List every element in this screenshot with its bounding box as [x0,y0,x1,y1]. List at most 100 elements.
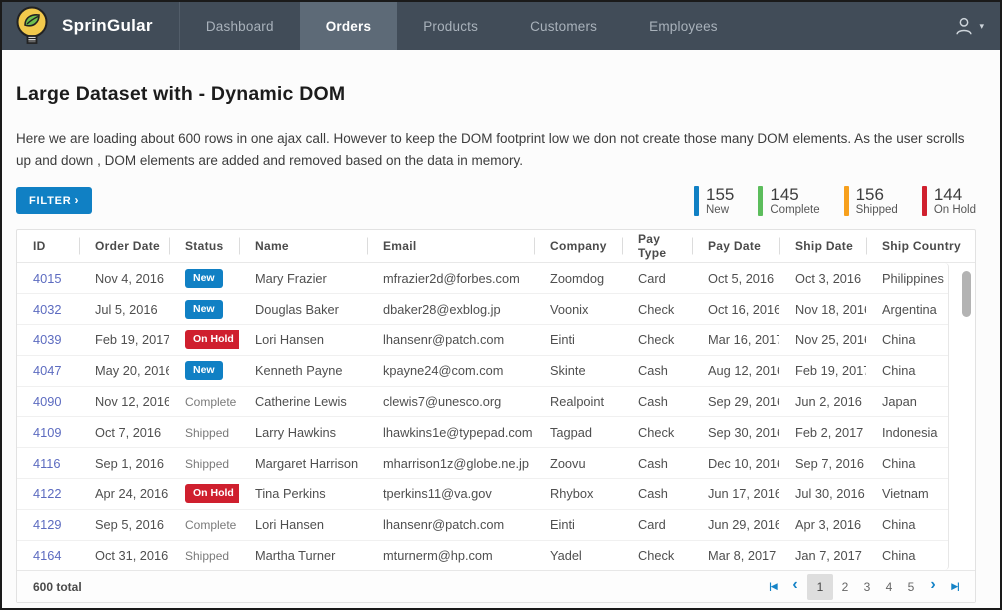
cell-ship_date: Jan 7, 2017 [779,548,866,563]
cell-pay_type: Card [622,517,692,532]
nav-item-customers[interactable]: Customers [504,2,623,50]
cell-email: tperkins11@va.gov [367,486,534,501]
order-id-link[interactable]: 4039 [33,332,61,347]
table-row[interactable]: 4047May 20, 2016NewKenneth Paynekpayne24… [17,356,948,387]
cell-pay_date: Jun 17, 2016 [692,486,779,501]
stat-label: New [706,204,734,216]
status-badge: On Hold [185,330,239,349]
cell-pay_type: Check [622,332,692,347]
table-row[interactable]: 4039Feb 19, 2017On HoldLori Hansenlhanse… [17,325,948,356]
cell-order_date: Sep 1, 2016 [79,456,169,471]
cell-ship_date: Apr 3, 2016 [779,517,866,532]
first-page-button[interactable]: |◀ [763,576,783,598]
table-row[interactable]: 4116Sep 1, 2016ShippedMargaret Harrisonm… [17,448,948,479]
column-header-pay-type[interactable]: Pay Type [622,232,692,260]
cell-pay_date: Oct 16, 2016 [692,302,779,317]
cell-ship_date: Nov 18, 2016 [779,302,866,317]
order-id-link[interactable]: 4047 [33,363,61,378]
cell-status: On Hold [169,330,239,349]
page-button-4[interactable]: 4 [879,576,899,598]
table-row[interactable]: 4090Nov 12, 2016CompleteCatherine Lewisc… [17,387,948,418]
cell-ship_country: Philippines [866,271,948,286]
cell-company: Einti [534,517,622,532]
table-scrollbar-thumb[interactable] [962,271,971,317]
column-header-ship-date[interactable]: Ship Date [779,239,866,253]
nav-item-dashboard[interactable]: Dashboard [180,2,300,50]
nav-item-products[interactable]: Products [397,2,504,50]
cell-name: Tina Perkins [239,486,367,501]
cell-email: lhansenr@patch.com [367,332,534,347]
filter-button-label: FILTER [29,195,71,207]
cell-name: Martha Turner [239,548,367,563]
order-id-link[interactable]: 4122 [33,486,61,501]
table-row[interactable]: 4164Oct 31, 2016ShippedMartha Turnermtur… [17,541,948,571]
cell-ship_date: Jul 30, 2016 [779,486,866,501]
order-id-link[interactable]: 4032 [33,302,61,317]
cell-pay_date: Jun 29, 2016 [692,517,779,532]
cell-pay_date: Mar 8, 2017 [692,548,779,563]
page-button-2[interactable]: 2 [835,576,855,598]
stat-label: Complete [770,204,819,216]
order-id-link[interactable]: 4164 [33,548,61,563]
nav-item-employees[interactable]: Employees [623,2,744,50]
order-id-link[interactable]: 4116 [33,456,61,471]
cell-pay_type: Card [622,271,692,286]
cell-pay_date: Aug 12, 2016 [692,363,779,378]
lightbulb-leaf-logo-icon [12,5,52,47]
chevron-right-icon: › [74,193,79,207]
user-icon [953,15,975,37]
nav-item-orders[interactable]: Orders [300,2,397,50]
column-header-pay-date[interactable]: Pay Date [692,239,779,253]
table-row[interactable]: 4109Oct 7, 2016ShippedLarry Hawkinslhawk… [17,417,948,448]
column-header-name[interactable]: Name [239,239,367,253]
cell-order_date: Nov 12, 2016 [79,394,169,409]
order-id-link[interactable]: 4129 [33,517,61,532]
cell-pay_type: Cash [622,363,692,378]
column-header-ship-country[interactable]: Ship Country [866,239,975,253]
cell-ship_country: China [866,517,948,532]
cell-name: Lori Hansen [239,517,367,532]
filter-button[interactable]: FILTER› [16,187,92,214]
cell-id: 4122 [17,486,79,501]
column-header-status[interactable]: Status [169,239,239,253]
order-id-link[interactable]: 4015 [33,271,61,286]
column-header-email[interactable]: Email [367,239,534,253]
stat-color-bar [844,186,849,217]
order-id-link[interactable]: 4090 [33,394,61,409]
page-description: Here we are loading about 600 rows in on… [16,128,974,173]
cell-company: Tagpad [534,425,622,440]
cell-pay_date: Oct 5, 2016 [692,271,779,286]
cell-email: lhawkins1e@typepad.com [367,425,534,440]
table-body[interactable]: 4015Nov 4, 2016NewMary Fraziermfrazier2d… [17,263,949,570]
next-page-button[interactable]: › [923,576,943,598]
cell-company: Zoovu [534,456,622,471]
last-page-button[interactable]: ▶| [945,576,965,598]
table-row[interactable]: 4129Sep 5, 2016CompleteLori Hansenlhanse… [17,510,948,541]
user-menu-button[interactable]: ▾ [953,15,984,37]
column-header-order-date[interactable]: Order Date [79,239,169,253]
cell-id: 4129 [17,517,79,532]
page-button-1[interactable]: 1 [807,574,833,600]
navbar-right: ▾ [953,2,1000,50]
column-header-id[interactable]: ID [17,239,79,253]
table-row[interactable]: 4122Apr 24, 2016On HoldTina Perkinstperk… [17,479,948,510]
stat-count: 145 [770,186,819,204]
cell-status: Complete [169,517,239,532]
previous-page-button[interactable]: ‹ [785,576,805,598]
order-id-link[interactable]: 4109 [33,425,61,440]
table-row[interactable]: 4015Nov 4, 2016NewMary Fraziermfrazier2d… [17,263,948,294]
cell-name: Margaret Harrison [239,456,367,471]
table-row[interactable]: 4032Jul 5, 2016NewDouglas Bakerdbaker28@… [17,294,948,325]
page-button-5[interactable]: 5 [901,576,921,598]
page-button-3[interactable]: 3 [857,576,877,598]
brand[interactable]: SprinGular [2,2,167,50]
cell-order_date: Jul 5, 2016 [79,302,169,317]
stat-count: 156 [856,186,898,204]
table-body-wrapper: 4015Nov 4, 2016NewMary Fraziermfrazier2d… [17,262,975,570]
stat-label: Shipped [856,204,898,216]
status-badge: On Hold [185,484,239,503]
stat-shipped: 156Shipped [844,186,898,217]
cell-ship_country: Vietnam [866,486,948,501]
cell-order_date: Oct 31, 2016 [79,548,169,563]
column-header-company[interactable]: Company [534,239,622,253]
